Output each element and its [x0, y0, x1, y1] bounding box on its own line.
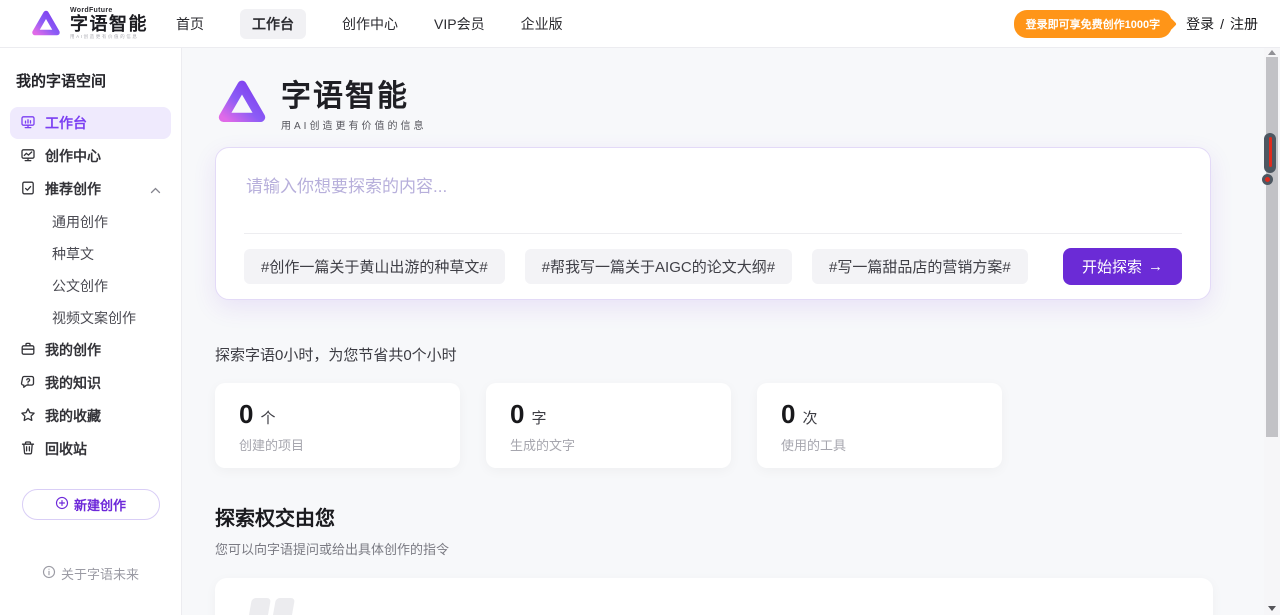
- arrow-right-icon: →: [1148, 258, 1163, 275]
- main-brand: 字语智能 用AI创造更有价值的信息: [215, 76, 1212, 135]
- new-creation-button[interactable]: 新建创作: [22, 489, 160, 520]
- suggestion-chip-aigc[interactable]: #帮我写一篇关于AIGC的论文大纲#: [525, 249, 792, 284]
- register-link[interactable]: 注册: [1230, 14, 1258, 34]
- trash-icon: [20, 440, 36, 459]
- auth-divider: /: [1220, 16, 1224, 32]
- search-footer: #创作一篇关于黄山出游的种草文# #帮我写一篇关于AIGC的论文大纲# #写一篇…: [244, 233, 1182, 299]
- brand-triangle-icon: [30, 8, 62, 40]
- brand-triangle-icon-large: [215, 76, 269, 135]
- sidebar-item-label: 回收站: [45, 439, 87, 459]
- sidebar-item-label: 我的知识: [45, 373, 101, 393]
- sidebar-subitem-general[interactable]: 通用创作: [10, 206, 171, 238]
- brand-tagline-mini: 用AI创造更有价值的信息: [70, 35, 148, 40]
- promo-badge[interactable]: 登录即可享免费创作1000字: [1014, 10, 1172, 38]
- scrollbar[interactable]: [1264, 48, 1280, 615]
- new-creation-label: 新建创作: [74, 495, 126, 514]
- sidebar-item-label: 推荐创作: [45, 179, 101, 199]
- sidebar-subitem-seeding[interactable]: 种草文: [10, 238, 171, 270]
- sidebar-item-my-works[interactable]: 我的创作: [10, 334, 171, 366]
- nav-enterprise[interactable]: 企业版: [521, 14, 563, 34]
- stat-value: 0: [510, 399, 524, 430]
- sidebar-item-label: 工作台: [45, 113, 87, 133]
- start-explore-button[interactable]: 开始探索 →: [1063, 248, 1182, 285]
- brand-text: WordFuture 字语智能 用AI创造更有价值的信息: [70, 7, 148, 40]
- start-explore-label: 开始探索: [1082, 256, 1142, 277]
- stat-label: 使用的工具: [781, 435, 978, 454]
- top-header: WordFuture 字语智能 用AI创造更有价值的信息 首页 工作台 创作中心…: [0, 0, 1280, 48]
- scrollbar-up-arrow[interactable]: [1268, 50, 1276, 55]
- stat-card-tools: 0 次 使用的工具: [757, 383, 1002, 468]
- scrollbar-thumb[interactable]: [1266, 57, 1278, 437]
- plus-circle-icon: [55, 496, 69, 513]
- search-input[interactable]: [216, 148, 1210, 233]
- sidebar-title: 我的字语空间: [16, 70, 165, 91]
- sidebar-item-creation-center[interactable]: 创作中心: [10, 140, 171, 172]
- sidebar-item-label: 创作中心: [45, 146, 101, 166]
- sidebar: 我的字语空间 工作台 创作中心 推荐创作 通用创作 种草文 公文创作 视频文案创…: [0, 48, 182, 615]
- quote-icon: [249, 598, 292, 615]
- stats-row: 0 个 创建的项目 0 字 生成的文字 0 次 使用的工具: [215, 383, 1212, 468]
- main-brand-tagline: 用AI创造更有价值的信息: [281, 117, 426, 132]
- quote-card: 字语智能是什么? 嘿，帮我创作一篇北京出游攻略: [215, 578, 1213, 615]
- section-subtitle: 您可以向字语提问或给出具体创作的指令: [215, 539, 1212, 558]
- stat-unit: 字: [531, 407, 546, 428]
- question-bubble-icon: [20, 374, 36, 393]
- sidebar-item-label: 我的收藏: [45, 406, 101, 426]
- sidebar-item-recycle-bin[interactable]: 回收站: [10, 433, 171, 465]
- stat-label: 创建的项目: [239, 435, 436, 454]
- nav-vip[interactable]: VIP会员: [434, 14, 485, 34]
- sidebar-item-my-favorites[interactable]: 我的收藏: [10, 400, 171, 432]
- thermometer-icon: [1262, 133, 1278, 185]
- stat-value: 0: [239, 399, 253, 430]
- sidebar-item-my-knowledge[interactable]: 我的知识: [10, 367, 171, 399]
- stat-card-words: 0 字 生成的文字: [486, 383, 731, 468]
- sidebar-item-recommended[interactable]: 推荐创作: [10, 173, 171, 205]
- monitor-chart-icon: [20, 147, 36, 166]
- sidebar-item-label: 我的创作: [45, 340, 101, 360]
- scrollbar-down-arrow[interactable]: [1268, 606, 1276, 611]
- main-brand-name: 字语智能: [281, 80, 426, 113]
- stat-label: 生成的文字: [510, 435, 707, 454]
- header-brand[interactable]: WordFuture 字语智能 用AI创造更有价值的信息: [30, 7, 148, 40]
- star-icon: [20, 407, 36, 426]
- stat-unit: 个: [260, 407, 275, 428]
- stat-value: 0: [781, 399, 795, 430]
- nav-creation-center[interactable]: 创作中心: [342, 14, 398, 34]
- sidebar-subitem-video[interactable]: 视频文案创作: [10, 302, 171, 334]
- main-content: 字语智能 用AI创造更有价值的信息 #创作一篇关于黄山出游的种草文# #帮我写一…: [182, 48, 1280, 615]
- section-title: 探索权交由您: [215, 502, 1212, 531]
- auth-links: 登录 / 注册: [1186, 14, 1258, 34]
- usage-summary: 探索字语0小时，为您节省共0个小时: [215, 344, 1212, 365]
- search-card: #创作一篇关于黄山出游的种草文# #帮我写一篇关于AIGC的论文大纲# #写一篇…: [215, 147, 1211, 300]
- header-right: 登录即可享免费创作1000字 登录 / 注册: [1014, 10, 1258, 38]
- main-nav: 首页 工作台 创作中心 VIP会员 企业版: [176, 9, 563, 39]
- login-link[interactable]: 登录: [1186, 14, 1214, 34]
- nav-workbench[interactable]: 工作台: [240, 9, 306, 39]
- about-link[interactable]: 关于字语未来: [0, 564, 181, 583]
- stat-card-projects: 0 个 创建的项目: [215, 383, 460, 468]
- doc-check-icon: [20, 180, 36, 199]
- info-circle-icon: [42, 565, 56, 582]
- sidebar-subitem-official[interactable]: 公文创作: [10, 270, 171, 302]
- stat-unit: 次: [802, 407, 817, 428]
- nav-home[interactable]: 首页: [176, 14, 204, 34]
- suggestion-chip-huangshan[interactable]: #创作一篇关于黄山出游的种草文#: [244, 249, 505, 284]
- about-label: 关于字语未来: [61, 564, 139, 583]
- sidebar-item-workbench[interactable]: 工作台: [10, 107, 171, 139]
- suggestion-chip-dessert[interactable]: #写一篇甜品店的营销方案#: [812, 249, 1028, 284]
- brand-name: 字语智能: [70, 15, 148, 33]
- chevron-up-icon[interactable]: [150, 181, 161, 197]
- monitor-icon: [20, 114, 36, 133]
- briefcase-icon: [20, 341, 36, 360]
